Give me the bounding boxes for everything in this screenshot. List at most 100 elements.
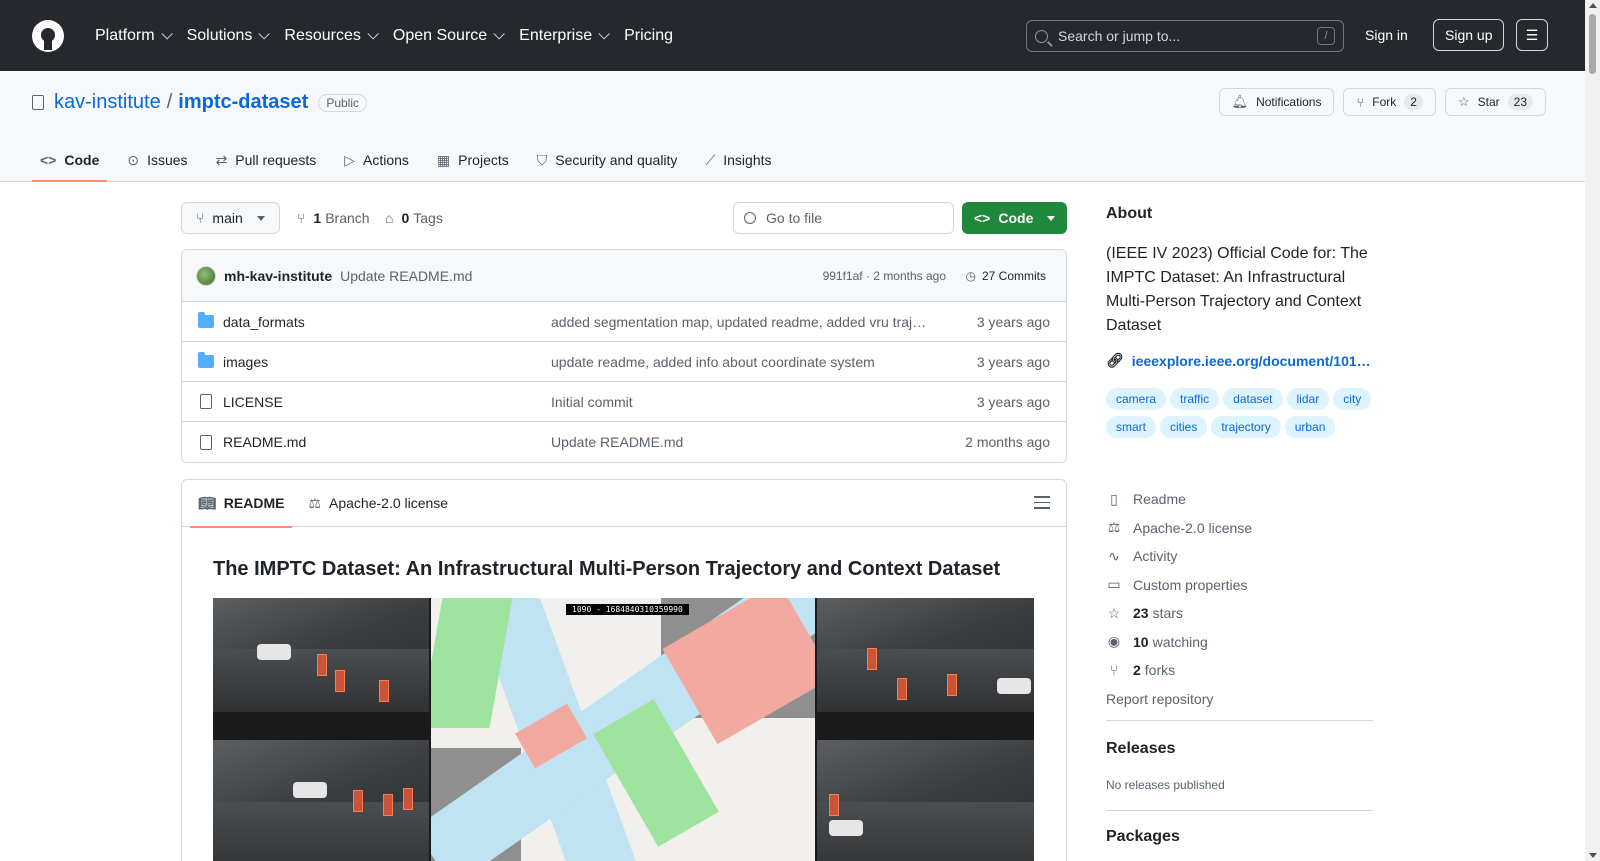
custom-properties-link[interactable]: ▭ Custom properties	[1106, 571, 1373, 600]
avatar[interactable]	[196, 265, 216, 286]
nav-platform[interactable]: Platform	[86, 20, 178, 52]
report-repository-link[interactable]: Report repository	[1106, 685, 1373, 714]
branches-link[interactable]: ⑂ 1 Branch	[297, 210, 370, 226]
shield-icon: ⛉	[536, 151, 548, 168]
tag-icon: ⌂	[385, 210, 394, 226]
repo-owner-link[interactable]: kav-institute	[54, 91, 161, 114]
go-to-file-input[interactable]: Go to file	[733, 202, 954, 234]
sign-up-button[interactable]: Sign up	[1433, 19, 1505, 51]
latest-commit: mh-kav-institute Update README.md 991f1a…	[182, 250, 1066, 302]
nav-open-source[interactable]: Open Source	[384, 20, 510, 52]
tab-code[interactable]: <> Code	[32, 138, 108, 182]
file-toolbar: ⑂ main ⑂ 1 Branch ⌂ 0 Tags Go to file <>…	[181, 202, 1067, 234]
tab-issues[interactable]: ⊙ Issues	[119, 138, 195, 182]
commit-message-link[interactable]: Update README.md	[340, 268, 472, 284]
scrollbar-thumb[interactable]	[1589, 14, 1596, 74]
camera-view-image	[817, 598, 1034, 712]
stars-link[interactable]: ☆ 23 stars	[1106, 599, 1373, 628]
book-icon: 📖︎	[198, 494, 216, 511]
readme-hero-image: 1090 - 1684840310359990	[213, 598, 1034, 861]
file-age: 3 years ago	[976, 393, 1050, 410]
topic-tag[interactable]: city	[1333, 388, 1372, 410]
file-name-link[interactable]: README.md	[223, 434, 306, 450]
topic-tag[interactable]: camera	[1106, 388, 1167, 410]
file-icon	[200, 434, 212, 450]
notifications-button[interactable]: 🔔︎ Notifications	[1218, 88, 1335, 116]
watchers-link[interactable]: ◉ 10 watching	[1106, 628, 1373, 657]
chevron-down-icon	[161, 27, 173, 40]
tab-actions[interactable]: ▷ Actions	[336, 138, 417, 182]
file-row[interactable]: README.md Update README.md 2 months ago	[182, 422, 1066, 462]
license-link[interactable]: ⚖ Apache-2.0 license	[1106, 514, 1373, 543]
nav-resources[interactable]: Resources	[275, 20, 383, 52]
topic-tag[interactable]: lidar	[1286, 388, 1330, 410]
nav-solutions[interactable]: Solutions	[178, 20, 276, 52]
page-scrollbar[interactable]	[1585, 0, 1600, 861]
topic-tag[interactable]: traffic	[1170, 388, 1220, 410]
topic-tag[interactable]: trajectory	[1211, 416, 1281, 438]
fork-icon: ⑂	[1356, 94, 1365, 110]
github-logo-icon[interactable]	[32, 19, 64, 52]
scroll-up-arrow-icon[interactable]	[1589, 3, 1597, 8]
tab-insights[interactable]: ⟋ Insights	[697, 138, 779, 182]
repo-name-link[interactable]: imptc-dataset	[178, 91, 308, 114]
tab-security[interactable]: ⛉ Security and quality	[529, 138, 686, 182]
homepage-link[interactable]: 🔗︎ ieeexplore.ieee.org/document/10186776	[1106, 352, 1373, 369]
topic-tag[interactable]: dataset	[1223, 388, 1283, 410]
scroll-down-arrow-icon[interactable]	[1589, 853, 1597, 858]
file-commit-message-link[interactable]: Update README.md	[551, 434, 683, 450]
camera-view-image	[213, 740, 429, 861]
outline-icon[interactable]	[1034, 496, 1050, 510]
global-search-input[interactable]: Search or jump to... /	[1026, 20, 1344, 52]
map-timestamp: 1090 - 1684840310359990	[566, 604, 689, 615]
repo-icon	[32, 95, 44, 110]
fork-icon: ⑂	[1109, 662, 1119, 679]
commit-author-link[interactable]: mh-kav-institute	[224, 268, 332, 284]
packages-heading[interactable]: Packages	[1106, 828, 1180, 846]
chevron-down-icon	[367, 27, 379, 40]
tab-readme[interactable]: 📖︎ README	[190, 480, 293, 528]
law-icon: ⚖	[1107, 519, 1121, 536]
menu-button[interactable]: ☰	[1516, 19, 1548, 51]
chevron-down-icon	[258, 27, 271, 40]
tab-projects[interactable]: ▦ Projects	[429, 138, 517, 182]
file-age: 3 years ago	[976, 353, 1050, 370]
pull-request-icon: ⇄	[215, 151, 228, 168]
forks-link[interactable]: ⑂ 2 forks	[1106, 656, 1373, 685]
global-nav: Platform Solutions Resources Open Source…	[86, 20, 682, 52]
star-button[interactable]: ☆ Star 23	[1444, 88, 1546, 116]
topic-tag[interactable]: smart	[1106, 416, 1156, 438]
code-icon: <>	[40, 152, 57, 168]
file-name-link[interactable]: LICENSE	[223, 394, 283, 410]
sign-in-link[interactable]: Sign in	[1365, 27, 1408, 43]
releases-heading[interactable]: Releases	[1106, 740, 1175, 758]
repo-actions: 🔔︎ Notifications ⑂ Fork 2 ☆ Star 23	[1218, 88, 1546, 116]
branch-select-button[interactable]: ⑂ main	[181, 202, 280, 234]
nav-enterprise[interactable]: Enterprise	[510, 20, 615, 52]
fork-button[interactable]: ⑂ Fork 2	[1343, 88, 1436, 116]
file-row[interactable]: LICENSE Initial commit 3 years ago	[182, 382, 1066, 422]
file-row[interactable]: images update readme, added info about c…	[182, 342, 1066, 382]
code-icon: <>	[974, 210, 991, 226]
file-commit-message-link[interactable]: added segmentation map, updated readme, …	[551, 314, 929, 330]
folder-icon	[198, 312, 214, 328]
file-name-link[interactable]: data_formats	[223, 314, 305, 330]
topic-tag[interactable]: urban	[1284, 416, 1336, 438]
readme-link[interactable]: ▯ Readme	[1106, 485, 1373, 514]
activity-link[interactable]: ∿ Activity	[1106, 542, 1373, 571]
topic-tag[interactable]: cities	[1160, 416, 1208, 438]
chevron-down-icon	[598, 27, 610, 40]
commits-history-link[interactable]: ◷ 27 Commits	[966, 269, 1047, 283]
nav-pricing[interactable]: Pricing	[615, 20, 682, 52]
readme-panel: 📖︎ README ⚖ Apache-2.0 license The IMPTC…	[181, 479, 1067, 861]
file-name-link[interactable]: images	[223, 354, 268, 370]
file-row[interactable]: data_formats added segmentation map, upd…	[182, 302, 1066, 342]
code-dropdown-button[interactable]: <> Code	[962, 202, 1067, 234]
file-commit-message-link[interactable]: update readme, added info about coordina…	[551, 354, 875, 370]
tab-license[interactable]: ⚖ Apache-2.0 license	[300, 480, 456, 527]
tags-link[interactable]: ⌂ 0 Tags	[385, 210, 443, 226]
file-commit-message-link[interactable]: Initial commit	[551, 394, 633, 410]
readme-heading: The IMPTC Dataset: An Infrastructural Mu…	[213, 558, 1001, 580]
repo-header: kav-institute / imptc-dataset Public 🔔︎ …	[0, 71, 1585, 182]
tab-pull-requests[interactable]: ⇄ Pull requests	[208, 138, 325, 182]
